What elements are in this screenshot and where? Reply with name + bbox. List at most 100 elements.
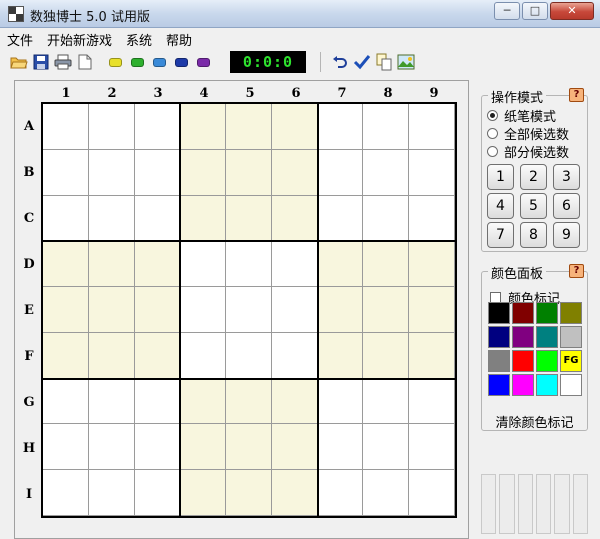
sudoku-cell[interactable]: [43, 241, 89, 288]
yellow-gem-icon[interactable]: [104, 51, 126, 73]
color-swatch[interactable]: [536, 326, 558, 348]
menu-new-game[interactable]: 开始新游戏: [40, 28, 119, 49]
sudoku-cell[interactable]: [226, 104, 272, 150]
sudoku-cell[interactable]: [88, 195, 135, 242]
sudoku-cell[interactable]: [363, 149, 410, 196]
sudoku-cell[interactable]: [226, 149, 272, 196]
color-swatch[interactable]: [488, 326, 510, 348]
color-swatch[interactable]: FG: [560, 350, 582, 372]
sudoku-cell[interactable]: [317, 424, 364, 471]
sudoku-cell[interactable]: [43, 287, 89, 333]
sudoku-cell[interactable]: [317, 195, 364, 242]
sudoku-cell[interactable]: [180, 195, 227, 242]
sudoku-cell[interactable]: [271, 104, 318, 150]
sudoku-cell[interactable]: [317, 287, 364, 333]
color-swatch[interactable]: [512, 326, 534, 348]
sudoku-cell[interactable]: [134, 195, 181, 242]
sudoku-cell[interactable]: [88, 241, 135, 288]
sudoku-cell[interactable]: [134, 287, 181, 333]
print-icon[interactable]: [52, 51, 74, 73]
sudoku-cell[interactable]: [271, 287, 318, 333]
minimize-button[interactable]: ─: [494, 2, 520, 20]
sudoku-cell[interactable]: [363, 378, 410, 425]
sudoku-cell[interactable]: [271, 378, 318, 425]
sudoku-cell[interactable]: [271, 424, 318, 471]
sudoku-cell[interactable]: [43, 104, 89, 150]
number-button-3[interactable]: 3: [553, 164, 580, 190]
color-swatch[interactable]: [512, 374, 534, 396]
sudoku-cell[interactable]: [363, 241, 410, 288]
sudoku-cell[interactable]: [180, 424, 227, 471]
sudoku-cell[interactable]: [317, 470, 364, 516]
color-swatch[interactable]: [536, 350, 558, 372]
sudoku-cell[interactable]: [43, 149, 89, 196]
sudoku-cell[interactable]: [88, 104, 135, 150]
save-icon[interactable]: [30, 51, 52, 73]
color-swatch[interactable]: [488, 350, 510, 372]
copy-icon[interactable]: [373, 51, 395, 73]
sudoku-cell[interactable]: [363, 470, 410, 516]
sudoku-cell[interactable]: [409, 470, 455, 516]
sudoku-cell[interactable]: [226, 378, 272, 425]
sudoku-cell[interactable]: [226, 287, 272, 333]
number-button-9[interactable]: 9: [553, 222, 580, 248]
sudoku-cell[interactable]: [226, 332, 272, 379]
sudoku-cell[interactable]: [43, 424, 89, 471]
sudoku-cell[interactable]: [134, 104, 181, 150]
sudoku-cell[interactable]: [134, 424, 181, 471]
number-button-2[interactable]: 2: [520, 164, 547, 190]
sudoku-cell[interactable]: [180, 287, 227, 333]
sudoku-cell[interactable]: [226, 470, 272, 516]
sudoku-cell[interactable]: [317, 149, 364, 196]
image-icon[interactable]: [395, 51, 417, 73]
sudoku-cell[interactable]: [134, 378, 181, 425]
sudoku-cell[interactable]: [134, 241, 181, 288]
sudoku-cell[interactable]: [226, 195, 272, 242]
sudoku-cell[interactable]: [180, 241, 227, 288]
color-help-button[interactable]: ?: [569, 264, 584, 278]
sudoku-cell[interactable]: [88, 149, 135, 196]
color-swatch[interactable]: [560, 374, 582, 396]
sudoku-cell[interactable]: [271, 149, 318, 196]
radio-pencil-mode[interactable]: 纸笔模式: [487, 106, 556, 125]
sudoku-cell[interactable]: [226, 241, 272, 288]
color-swatch[interactable]: [536, 302, 558, 324]
sudoku-cell[interactable]: [409, 287, 455, 333]
sudoku-cell[interactable]: [317, 104, 364, 150]
sudoku-cell[interactable]: [88, 332, 135, 379]
sudoku-cell[interactable]: [271, 332, 318, 379]
color-swatch[interactable]: [536, 374, 558, 396]
open-folder-icon[interactable]: [8, 51, 30, 73]
sudoku-cell[interactable]: [43, 195, 89, 242]
sudoku-cell[interactable]: [180, 149, 227, 196]
sudoku-cell[interactable]: [134, 470, 181, 516]
number-button-6[interactable]: 6: [553, 193, 580, 219]
sudoku-cell[interactable]: [134, 332, 181, 379]
sudoku-cell[interactable]: [43, 332, 89, 379]
menu-file[interactable]: 文件: [0, 28, 40, 49]
color-swatch[interactable]: [512, 302, 534, 324]
color-swatch[interactable]: [512, 350, 534, 372]
sudoku-cell[interactable]: [43, 378, 89, 425]
sudoku-cell[interactable]: [363, 195, 410, 242]
sudoku-cell[interactable]: [409, 241, 455, 288]
number-button-7[interactable]: 7: [487, 222, 514, 248]
mode-help-button[interactable]: ?: [569, 88, 584, 102]
sudoku-cell[interactable]: [363, 104, 410, 150]
sudoku-cell[interactable]: [317, 332, 364, 379]
number-button-5[interactable]: 5: [520, 193, 547, 219]
number-button-4[interactable]: 4: [487, 193, 514, 219]
radio-all-candidates[interactable]: 全部候选数: [487, 124, 569, 143]
sudoku-cell[interactable]: [88, 470, 135, 516]
sudoku-cell[interactable]: [317, 241, 364, 288]
sudoku-cell[interactable]: [180, 332, 227, 379]
sudoku-cell[interactable]: [43, 470, 89, 516]
clear-color-marks-button[interactable]: 清除颜色标记: [482, 412, 587, 431]
menu-system[interactable]: 系统: [119, 28, 159, 49]
sudoku-cell[interactable]: [409, 149, 455, 196]
radio-partial-candidates[interactable]: 部分候选数: [487, 142, 569, 161]
color-swatch[interactable]: [560, 302, 582, 324]
sudoku-cell[interactable]: [180, 104, 227, 150]
navy-gem-icon[interactable]: [170, 51, 192, 73]
sudoku-cell[interactable]: [134, 149, 181, 196]
